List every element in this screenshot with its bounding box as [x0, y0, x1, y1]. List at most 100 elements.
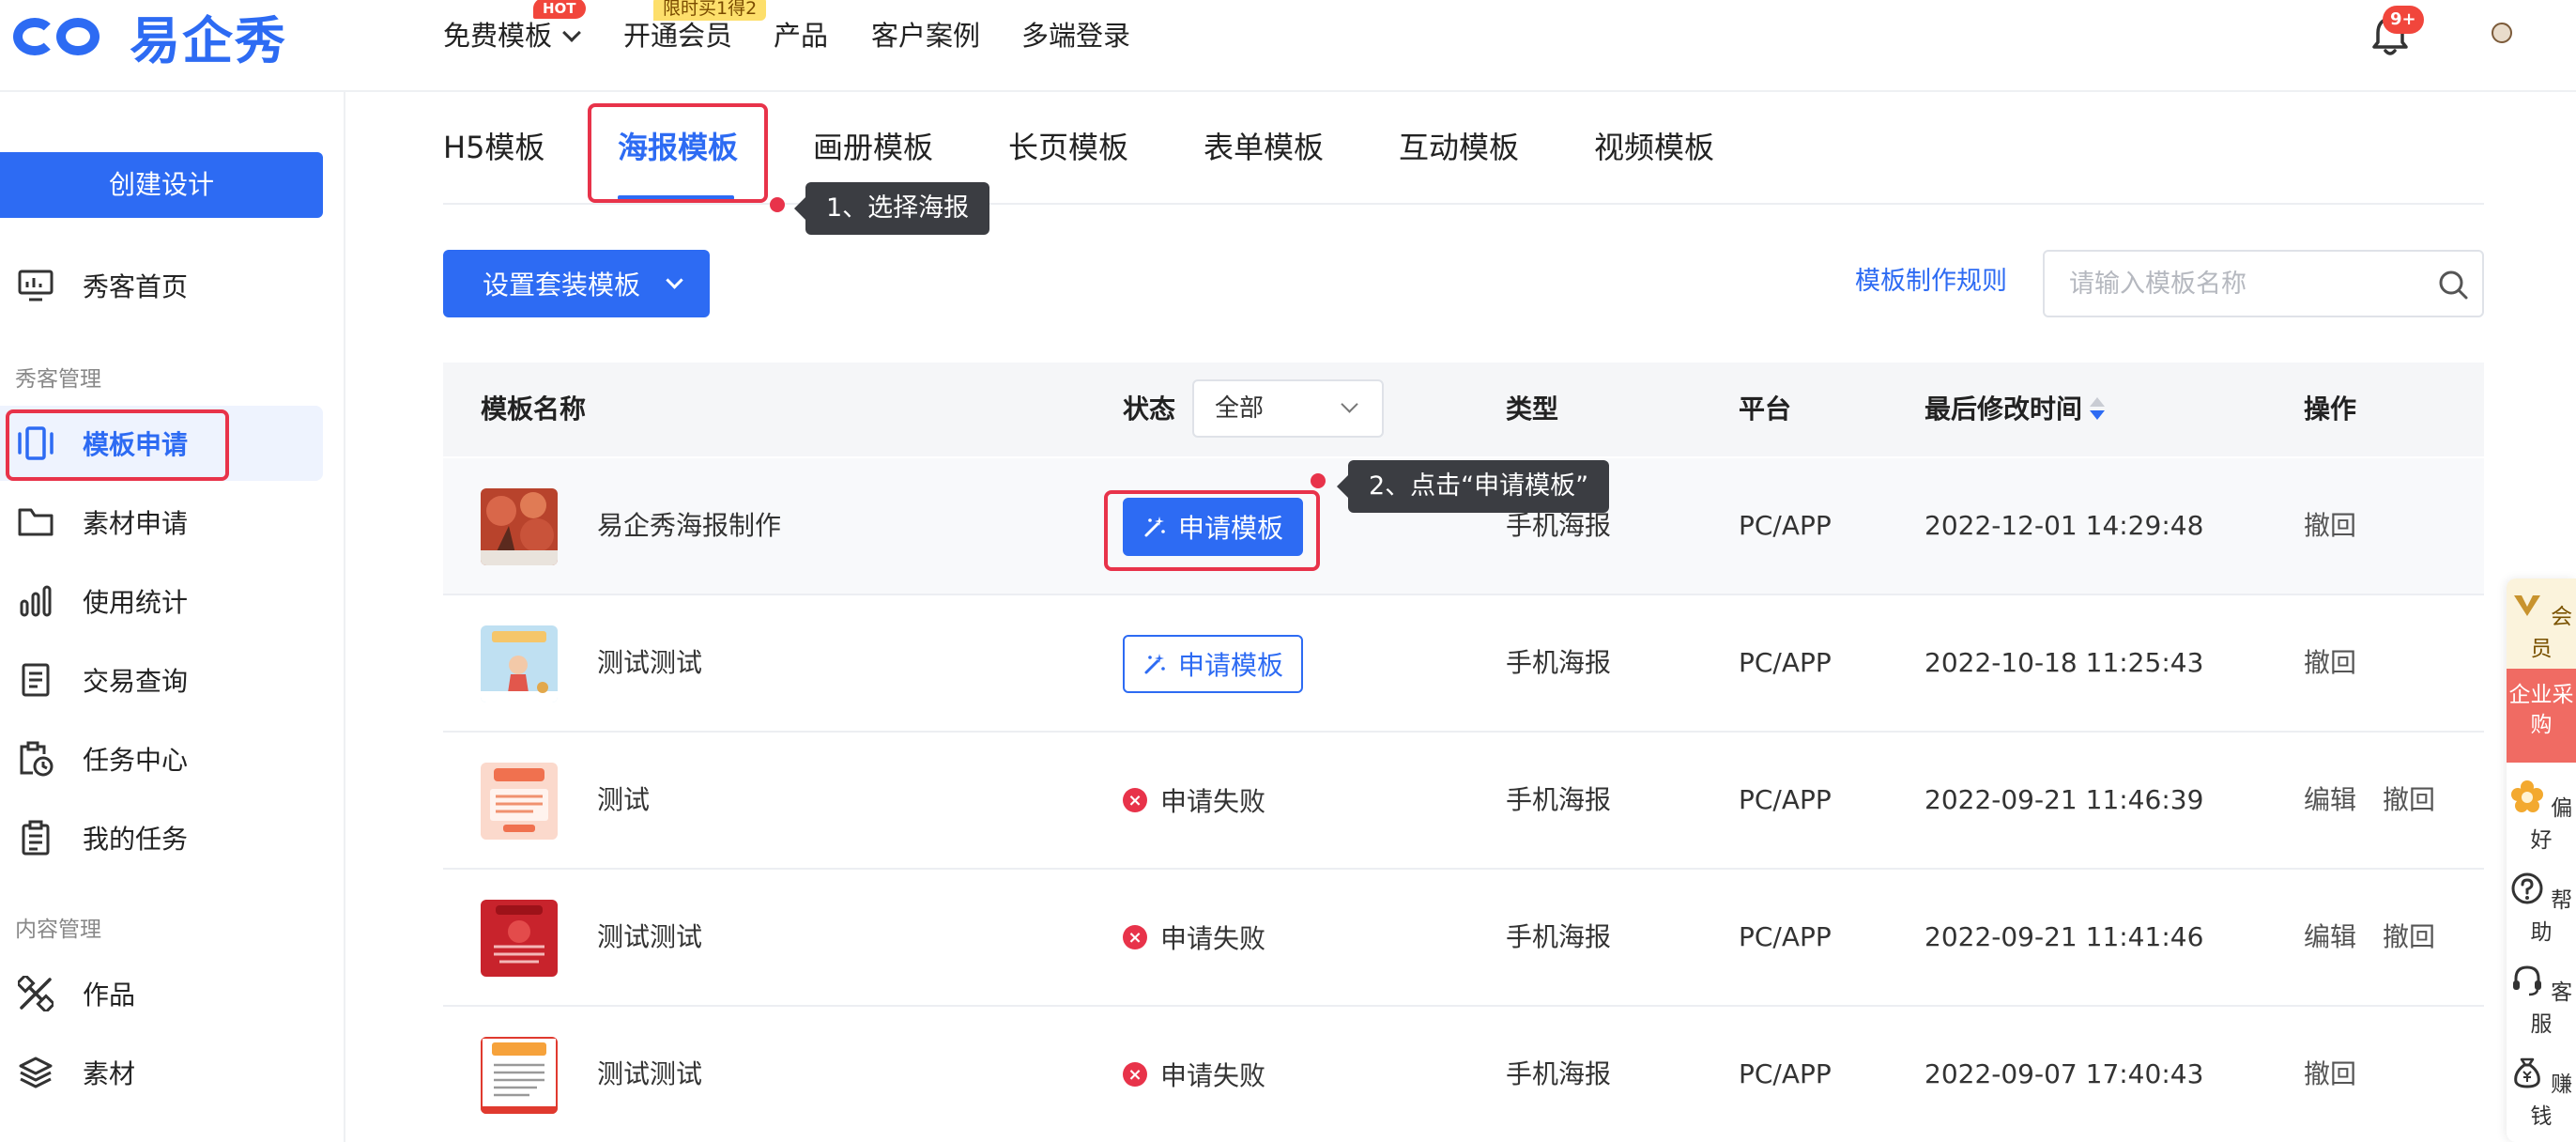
header-type: 类型: [1506, 394, 1559, 424]
sidebar-item-label: 秀客首页: [83, 271, 189, 302]
poster-thumbnail[interactable]: [481, 625, 558, 702]
row-modified: 2022-09-21 11:46:39: [1924, 784, 2204, 815]
nav-membership-label: 开通会员: [623, 20, 733, 52]
poster-thumbnail[interactable]: [481, 488, 558, 565]
tab-form[interactable]: 表单模板: [1204, 126, 1324, 169]
apply-template-button[interactable]: 申请模板: [1123, 635, 1303, 693]
nav-free-templates-label: 免费模板: [443, 20, 553, 52]
suite-template-label: 设置套装模板: [483, 270, 641, 301]
status-failed: × 申请失败: [1123, 870, 1265, 1005]
row-name: 测试测试: [597, 1058, 703, 1089]
sidebar-item-label: 交易查询: [83, 666, 189, 697]
status-failed-label: 申请失败: [1160, 786, 1266, 817]
edit-link[interactable]: 编辑: [2304, 733, 2356, 868]
logo[interactable]: 易企秀: [13, 8, 287, 70]
template-rules-link[interactable]: 模板制作规则: [1855, 263, 2007, 301]
revoke-link[interactable]: 撤回: [2383, 733, 2435, 868]
sidebar-item-usage-stats[interactable]: 使用统计: [0, 563, 323, 639]
table-row: 测试测试 × 申请失败 手机海报 PC/APP 2022-09-21 11:41…: [443, 870, 2484, 1007]
poster-thumbnail[interactable]: [481, 763, 558, 840]
row-name: 测试: [597, 784, 651, 815]
sidebar-item-material-apply[interactable]: 素材申请: [0, 485, 323, 560]
tab-long-page[interactable]: 长页模板: [1008, 126, 1128, 169]
nav-cases[interactable]: 客户案例: [871, 17, 980, 54]
tab-poster[interactable]: 海报模板: [618, 126, 738, 169]
sidebar-item-label: 素材: [83, 1058, 136, 1089]
chevron-down-icon: [1341, 395, 1358, 413]
rail-member[interactable]: 会员: [2507, 579, 2576, 669]
nav-free-templates[interactable]: HOT 免费模板: [443, 0, 586, 54]
sidebar-item-home[interactable]: 秀客首页: [0, 248, 323, 323]
close-circle-icon: ×: [1123, 788, 1147, 812]
row-platform: PC/APP: [1739, 784, 1832, 815]
sidebar-item-task-center[interactable]: 任务中心: [0, 721, 323, 796]
revoke-link[interactable]: 撤回: [2304, 1007, 2356, 1142]
rail-enterprise[interactable]: 企业采购: [2507, 669, 2576, 763]
tab-interactive[interactable]: 互动模板: [1399, 126, 1519, 169]
header-status: 状态: [1123, 394, 1176, 424]
suite-template-button[interactable]: 设置套装模板: [443, 250, 710, 317]
tab-video[interactable]: 视频模板: [1594, 126, 1714, 169]
rail-help[interactable]: 帮助: [2507, 872, 2576, 946]
logo-mark-icon: [13, 10, 116, 61]
status-failed-label: 申请失败: [1160, 1060, 1266, 1091]
revoke-link[interactable]: 撤回: [2304, 458, 2356, 594]
header-modified-label: 最后修改时间: [1924, 394, 2083, 424]
apply-template-label: 申请模板: [1177, 650, 1283, 681]
poster-thumbnail[interactable]: [481, 900, 558, 977]
nav-multi-login[interactable]: 多端登录: [1021, 17, 1130, 54]
help-icon: [2511, 872, 2543, 904]
folder-icon: [17, 503, 54, 541]
row-modified: 2022-12-01 14:29:48: [1924, 510, 2204, 541]
sidebar-item-transactions[interactable]: 交易查询: [0, 642, 323, 718]
rail-service[interactable]: 客服: [2507, 964, 2576, 1038]
status-filter-value: 全部: [1215, 394, 1265, 423]
design-tools-icon: [17, 975, 54, 1012]
row-type: 手机海报: [1506, 647, 1612, 678]
notification-badge: 9+: [2383, 6, 2424, 34]
rail-preference[interactable]: 偏好: [2507, 779, 2576, 854]
close-circle-icon: ×: [1123, 925, 1147, 949]
header-platform: 平台: [1739, 394, 1792, 424]
search-input[interactable]: [2069, 265, 2426, 302]
apply-template-label: 申请模板: [1177, 513, 1283, 544]
status-filter-select[interactable]: 全部: [1192, 379, 1384, 438]
nav-membership[interactable]: 限时买1得2 开通会员: [623, 0, 767, 54]
rail-earn[interactable]: 赚钱: [2507, 1056, 2576, 1130]
sidebar-item-materials[interactable]: 素材: [0, 1035, 323, 1110]
create-design-button[interactable]: 创建设计: [0, 152, 323, 218]
header-modified[interactable]: 最后修改时间: [1924, 363, 2106, 456]
sort-icon[interactable]: [2090, 397, 2106, 422]
tab-album[interactable]: 画册模板: [813, 126, 933, 169]
magic-wand-icon: [1144, 654, 1165, 674]
document-list-icon: [17, 661, 54, 699]
sidebar-item-label: 作品: [83, 980, 136, 1011]
row-type: 手机海报: [1506, 921, 1612, 952]
layers-icon: [17, 1054, 54, 1091]
clipboard-icon: [17, 819, 54, 856]
poster-thumbnail[interactable]: [481, 1037, 558, 1114]
sidebar: 创建设计 秀客首页 秀客管理 模板申请 素材申请 使用统计 交易查询 任务中心 …: [0, 92, 345, 1142]
chevron-down-icon: [562, 23, 581, 42]
row-name: 易企秀海报制作: [597, 510, 782, 541]
avatar[interactable]: [2492, 23, 2512, 43]
tabs-divider: [443, 203, 2484, 205]
nav-products[interactable]: 产品: [774, 17, 828, 54]
sidebar-item-template-apply[interactable]: 模板申请: [0, 406, 323, 481]
revoke-link[interactable]: 撤回: [2304, 595, 2356, 731]
tab-h5[interactable]: H5模板: [443, 126, 544, 169]
sidebar-item-label: 任务中心: [83, 745, 189, 776]
status-failed: × 申请失败: [1123, 1007, 1265, 1142]
annotation-step-2: 2、点击“申请模板”: [1336, 460, 1610, 513]
row-platform: PC/APP: [1739, 647, 1832, 678]
status-failed-label: 申请失败: [1160, 923, 1266, 954]
sidebar-item-works[interactable]: 作品: [0, 956, 323, 1031]
search-icon[interactable]: [2437, 269, 2469, 301]
header-name: 模板名称: [481, 394, 587, 424]
apply-template-button[interactable]: 申请模板: [1123, 498, 1303, 556]
edit-link[interactable]: 编辑: [2304, 870, 2356, 1005]
revoke-link[interactable]: 撤回: [2383, 870, 2435, 1005]
sidebar-item-my-tasks[interactable]: 我的任务: [0, 800, 323, 875]
vip-icon: [2513, 595, 2540, 616]
monitor-icon: [17, 267, 54, 304]
